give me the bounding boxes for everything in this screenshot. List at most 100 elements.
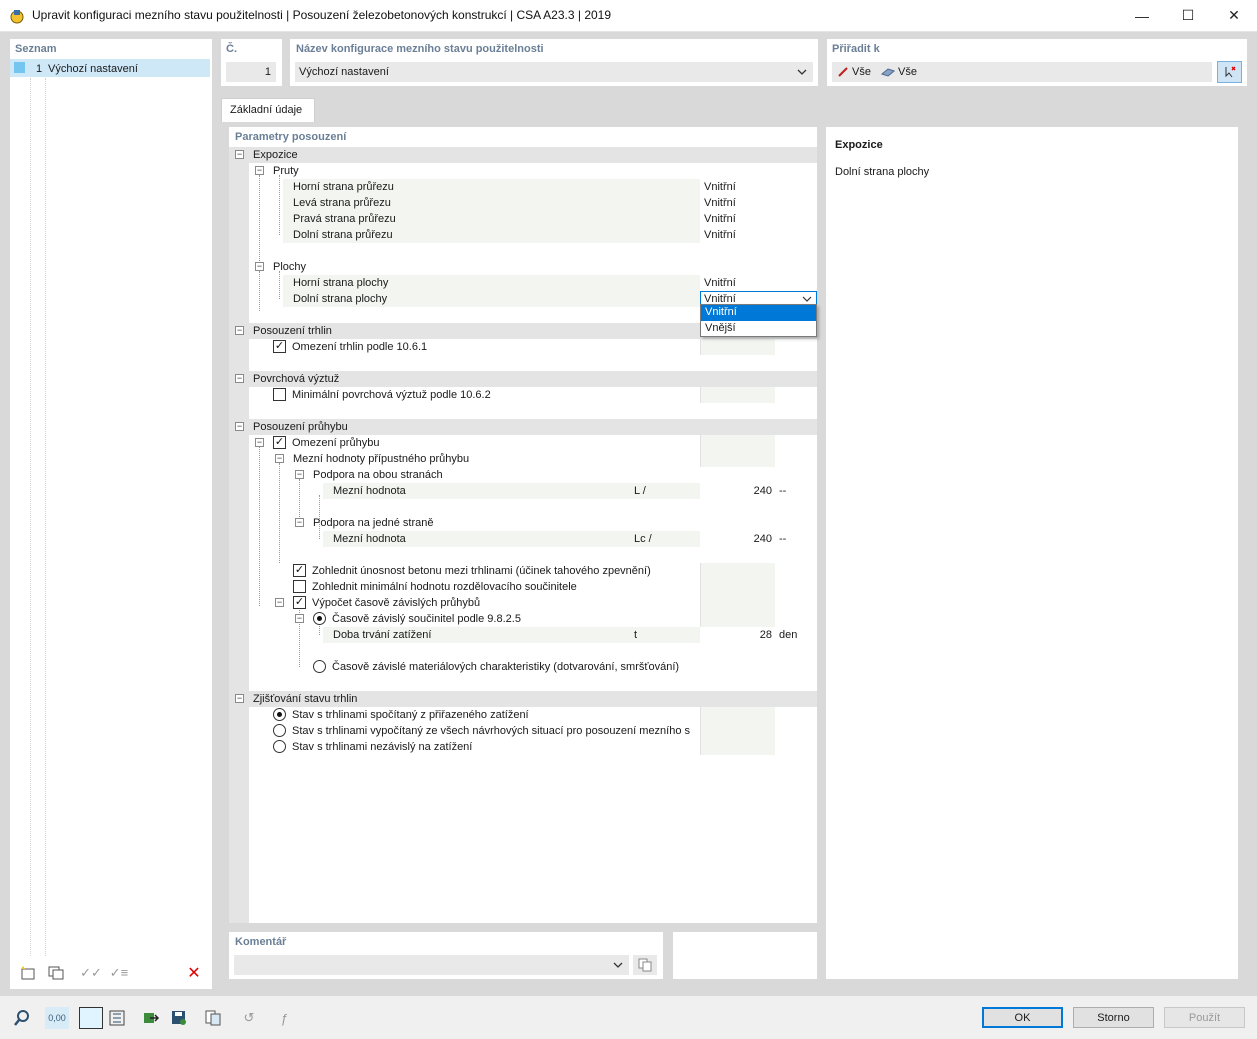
table-row[interactable]: Dolní strana průřezu Vnitřní <box>229 227 817 243</box>
row-label: Mezní hodnota <box>333 533 406 545</box>
crack-limit-checkbox[interactable]: ✓ <box>273 340 286 353</box>
section-crack-state[interactable]: − Zjišťování stavu trhlin <box>229 691 817 707</box>
cancel-button[interactable]: Storno <box>1073 1007 1154 1028</box>
collapse-icon[interactable]: − <box>235 326 244 335</box>
section-exposure[interactable]: − Expozice <box>229 147 817 163</box>
row-value[interactable]: Vnitřní <box>704 277 736 289</box>
assign-members-label: Vše <box>852 66 871 78</box>
collapse-icon[interactable]: − <box>275 454 284 463</box>
function-icon[interactable]: ƒ <box>272 1007 296 1029</box>
maximize-icon: ☐ <box>1181 7 1195 23</box>
group-members[interactable]: − Pruty <box>229 163 817 179</box>
row-value[interactable]: 240 <box>700 485 772 497</box>
table-row[interactable]: − Časově závislý součinitel podle 9.8.2.… <box>229 611 817 627</box>
row-value[interactable]: 240 <box>700 533 772 545</box>
collapse-icon[interactable]: − <box>295 518 304 527</box>
collapse-icon[interactable]: − <box>235 374 244 383</box>
row-value[interactable]: Vnitřní <box>704 181 736 193</box>
name-select[interactable]: Výchozí nastavení <box>295 62 813 82</box>
time-factor-radio[interactable] <box>313 612 326 625</box>
row-value[interactable]: Vnitřní <box>704 197 736 209</box>
select-in-graphic-button[interactable] <box>1217 61 1242 83</box>
collapse-icon[interactable]: − <box>255 262 264 271</box>
group-limits[interactable]: − Mezní hodnoty přípustného průhybu <box>229 451 817 467</box>
delete-icon[interactable]: ✕ <box>181 962 207 984</box>
collapse-icon[interactable]: − <box>275 598 284 607</box>
table-row[interactable]: Pravá strana průřezu Vnitřní <box>229 211 817 227</box>
section-label: Povrchová výztuž <box>253 373 340 385</box>
number-field[interactable]: 1 <box>226 62 276 82</box>
collapse-icon[interactable]: − <box>255 166 264 175</box>
time-dependent-checkbox[interactable]: ✓ <box>293 596 306 609</box>
crack-state-radio[interactable] <box>273 740 286 753</box>
table-row[interactable]: Stav s trhlinami nezávislý na zatížení <box>229 739 817 755</box>
chevron-down-icon <box>613 962 623 968</box>
row-label: Zohlednit minimální hodnotu rozdělovacíh… <box>312 581 577 593</box>
tension-stiffening-checkbox[interactable]: ✓ <box>293 564 306 577</box>
units-icon[interactable] <box>105 1007 129 1029</box>
group-one-support[interactable]: − Podpora na jedné straně <box>229 515 817 531</box>
dropdown-option-exterior[interactable]: Vnější <box>701 321 816 337</box>
table-row[interactable]: ✓ Omezení trhlin podle 10.6.1 <box>229 339 817 355</box>
table-row[interactable]: Minimální povrchová výztuž podle 10.6.2 <box>229 387 817 403</box>
copy-item-icon[interactable] <box>43 962 69 984</box>
table-row[interactable]: Stav s trhlinami spočítaný z přiřazeného… <box>229 707 817 723</box>
table-row[interactable]: Horní strana plochy Vnitřní <box>229 275 817 291</box>
collapse-icon[interactable]: − <box>235 694 244 703</box>
collapse-icon[interactable]: − <box>295 614 304 623</box>
apply-button[interactable]: Použít <box>1164 1007 1245 1028</box>
dropdown-option-interior[interactable]: Vnitřní <box>701 305 816 321</box>
new-item-icon[interactable] <box>15 962 41 984</box>
table-row[interactable]: Časově závislé materiálových charakteris… <box>229 659 817 675</box>
minimize-button[interactable]: — <box>1119 0 1165 31</box>
comment-copy-button[interactable] <box>633 955 657 975</box>
assign-field[interactable]: Vše Vše <box>832 62 1212 82</box>
deflection-limit-checkbox[interactable]: ✓ <box>273 436 286 449</box>
min-distribution-checkbox[interactable] <box>293 580 306 593</box>
section-deflection[interactable]: − Posouzení průhybu <box>229 419 817 435</box>
collapse-icon[interactable]: − <box>235 150 244 159</box>
color-icon[interactable] <box>79 1007 103 1029</box>
reset-icon[interactable]: ↺ <box>237 1007 261 1029</box>
table-row[interactable]: Zohlednit minimální hodnotu rozdělovacíh… <box>229 579 817 595</box>
export-icon[interactable] <box>139 1007 163 1029</box>
close-button[interactable]: ✕ <box>1211 0 1257 31</box>
collapse-icon[interactable]: − <box>295 470 304 479</box>
number-value: 1 <box>264 66 271 78</box>
table-row[interactable]: ✓ Zohlednit únosnost betonu mezi trhlina… <box>229 563 817 579</box>
decimal-places-icon[interactable]: 0,00 <box>45 1007 69 1029</box>
table-row[interactable]: Doba trvání zatížení t 28 den <box>229 627 817 643</box>
search-icon[interactable] <box>10 1007 34 1029</box>
material-props-radio[interactable] <box>313 660 326 673</box>
row-value[interactable]: Vnitřní <box>704 213 736 225</box>
section-skin[interactable]: − Povrchová výztuž <box>229 371 817 387</box>
uncheck-all-icon[interactable]: ✓≡ <box>106 962 132 984</box>
table-row[interactable]: Stav s trhlinami vypočítaný ze všech náv… <box>229 723 817 739</box>
maximize-button[interactable]: ☐ <box>1165 0 1211 31</box>
table-row[interactable]: Mezní hodnota Lc / 240 -- <box>229 531 817 547</box>
check-all-icon[interactable]: ✓✓ <box>78 962 104 984</box>
table-row[interactable]: Horní strana průřezu Vnitřní <box>229 179 817 195</box>
row-label: Mezní hodnota <box>333 485 406 497</box>
crack-state-radio[interactable] <box>273 708 286 721</box>
group-both-supports[interactable]: − Podpora na obou stranách <box>229 467 817 483</box>
table-row[interactable]: Levá strana průřezu Vnitřní <box>229 195 817 211</box>
crack-state-radio[interactable] <box>273 724 286 737</box>
table-row[interactable]: − ✓ Výpočet časově závislých průhybů <box>229 595 817 611</box>
list-item-number: 1 <box>36 63 43 75</box>
save-icon[interactable] <box>167 1007 191 1029</box>
ok-button[interactable]: OK <box>982 1007 1063 1028</box>
number-header: Č. <box>226 43 237 55</box>
group-surfaces[interactable]: − Plochy <box>229 259 817 275</box>
comment-select[interactable] <box>234 955 629 975</box>
table-row[interactable]: Mezní hodnota L / 240 -- <box>229 483 817 499</box>
table-row[interactable]: − ✓ Omezení průhybu <box>229 435 817 451</box>
row-value[interactable]: Vnitřní <box>704 229 736 241</box>
tab-basic-data[interactable]: Základní údaje <box>221 98 315 122</box>
collapse-icon[interactable]: − <box>255 438 264 447</box>
row-value[interactable]: 28 <box>700 629 772 641</box>
collapse-icon[interactable]: − <box>235 422 244 431</box>
skin-min-checkbox[interactable] <box>273 388 286 401</box>
library-icon[interactable] <box>201 1007 225 1029</box>
row-label: Stav s trhlinami nezávislý na zatížení <box>292 741 473 753</box>
